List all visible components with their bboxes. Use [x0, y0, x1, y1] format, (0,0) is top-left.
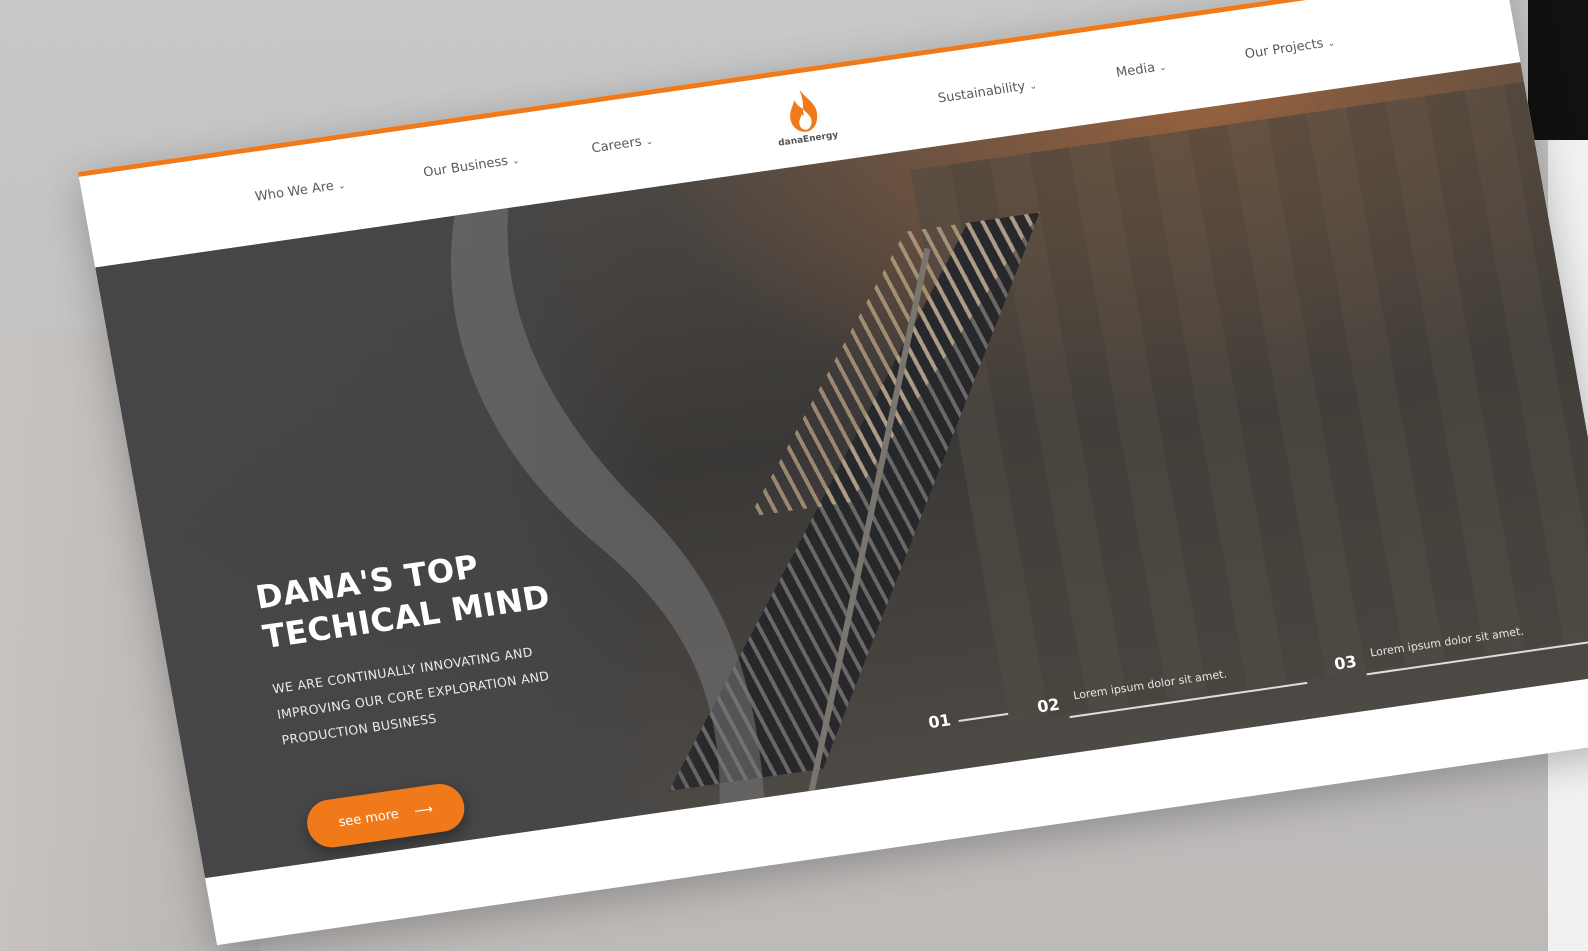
see-more-label: see more [337, 806, 400, 830]
nav-item-label: Our Business [422, 153, 510, 181]
nav-item-label: Media [1114, 60, 1157, 81]
slide-number: 02 [1035, 694, 1062, 717]
nav-item-careers[interactable]: Careers ⌄ [590, 133, 655, 157]
chevron-down-icon: ⌄ [1158, 62, 1168, 74]
nav-item-label: Sustainability [936, 79, 1027, 107]
nav-item-label: Who We Are [253, 178, 336, 205]
slide-number: 01 [926, 710, 953, 733]
arrow-right-icon: ⟶ [413, 801, 435, 819]
nav-item-who-we-are[interactable]: Who We Are ⌄ [254, 177, 347, 205]
nav-item-label: Our Projects [1243, 36, 1325, 63]
chevron-down-icon: ⌄ [1028, 81, 1038, 93]
nav-item-our-projects[interactable]: Our Projects ⌄ [1243, 35, 1336, 63]
logo[interactable]: danaEnergy [764, 82, 846, 161]
hero-background-field [910, 81, 1588, 722]
backdrop-dark-edge [1528, 0, 1588, 140]
nav-item-media[interactable]: Media ⌄ [1114, 59, 1168, 81]
nav-item-our-business[interactable]: Our Business ⌄ [422, 152, 520, 181]
chevron-down-icon: ⌄ [337, 181, 347, 192]
slide-progress-line [958, 712, 1009, 722]
slide-number: 03 [1332, 651, 1359, 674]
nav-item-sustainability[interactable]: Sustainability ⌄ [937, 77, 1038, 106]
website-mockup: Who We Are ⌄ Our Business ⌄ Careers ⌄ danaE… [78, 0, 1588, 946]
chevron-down-icon: ⌄ [1326, 38, 1336, 50]
chevron-down-icon: ⌄ [644, 136, 655, 148]
slide-indicator-1[interactable]: 01 [926, 710, 1009, 733]
chevron-down-icon: ⌄ [511, 155, 521, 167]
nav-item-label: Careers [590, 134, 643, 157]
logo-text: danaEnergy [777, 130, 840, 149]
flame-icon [790, 89, 818, 132]
